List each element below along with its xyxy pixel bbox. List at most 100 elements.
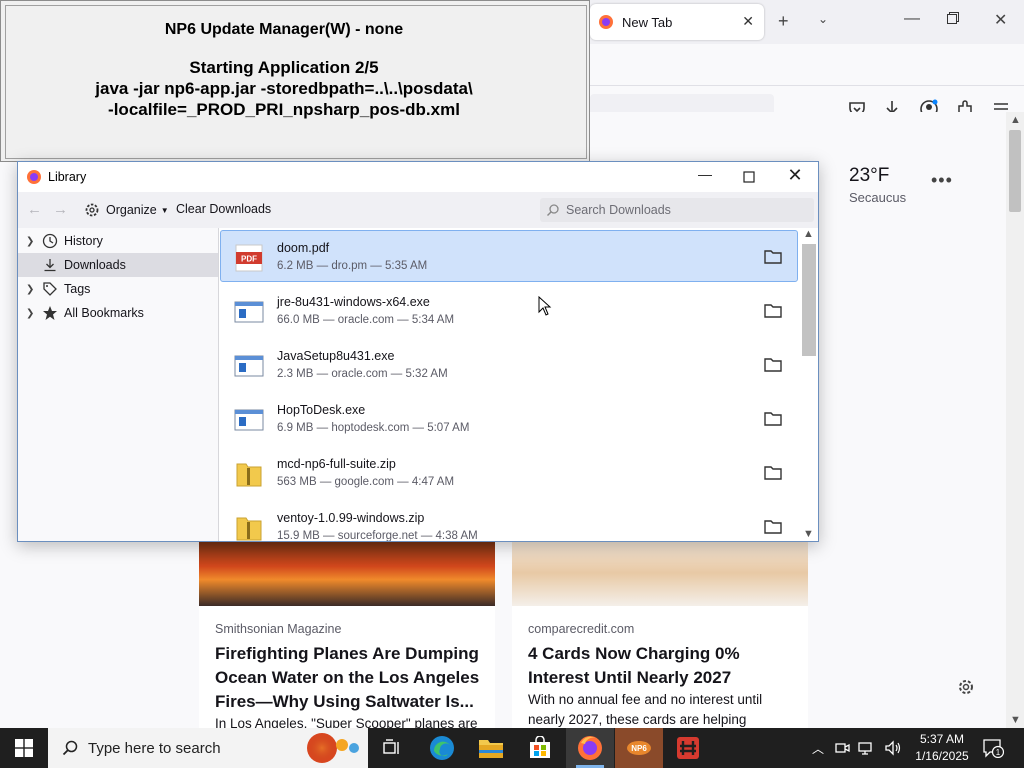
- download-icon: [44, 259, 56, 272]
- chevron-right-icon[interactable]: ❯: [26, 236, 40, 247]
- sidebar-item-label: Tags: [64, 282, 91, 296]
- list-item[interactable]: PDF doom.pdf 6.2 MB — dro.pm — 5:35 AM: [220, 230, 800, 284]
- folder-icon[interactable]: [764, 302, 782, 318]
- star-icon: [43, 306, 57, 320]
- notification-center-icon[interactable]: 1: [982, 738, 1004, 758]
- show-hidden-icons-chevron-icon[interactable]: ︿: [812, 740, 824, 757]
- taskbar-clock[interactable]: 5:37 AM 1/16/2025: [910, 731, 974, 765]
- scroll-up-icon[interactable]: ▲: [803, 228, 814, 240]
- story-card[interactable]: Smithsonian Magazine Firefighting Planes…: [199, 540, 495, 728]
- organize-button[interactable]: Organize ▼: [84, 200, 169, 220]
- chevron-right-icon[interactable]: ❯: [26, 284, 40, 295]
- list-item[interactable]: jre-8u431-windows-x64.exe 66.0 MB — orac…: [220, 284, 800, 338]
- sidebar-item-downloads[interactable]: Downloads: [18, 253, 218, 277]
- story-headline[interactable]: Firefighting Planes Are Dumping Ocean Wa…: [215, 642, 485, 714]
- hoptodesk-icon[interactable]: [664, 728, 712, 768]
- zip-file-icon: [236, 463, 262, 487]
- file-meta: 15.9 MB — sourceforge.net — 4:38 AM: [277, 530, 478, 541]
- close-tab-icon[interactable]: ✕: [742, 13, 754, 30]
- task-view-icon[interactable]: [368, 728, 416, 768]
- new-tab-plus-icon[interactable]: +: [778, 11, 789, 32]
- weather-more-icon[interactable]: •••: [931, 170, 953, 191]
- story-snippet: In Los Angeles, "Super Scooper" planes a…: [215, 716, 478, 728]
- library-titlebar[interactable]: Library — ✕: [18, 162, 818, 192]
- store-icon[interactable]: [516, 728, 564, 768]
- story-headline[interactable]: 4 Cards Now Charging 0% Interest Until N…: [528, 642, 798, 690]
- file-explorer-icon[interactable]: [467, 728, 515, 768]
- search-downloads-input[interactable]: Search Downloads: [540, 198, 814, 222]
- library-sidebar: ❯ History Downloads ❯ Tags ❯ All Bookmar…: [18, 228, 219, 541]
- search-highlight-icon: [307, 733, 359, 763]
- exe-file-icon: [234, 409, 264, 431]
- exe-file-icon: [234, 301, 264, 323]
- list-item[interactable]: mcd-np6-full-suite.zip 563 MB — google.c…: [220, 446, 800, 500]
- folder-icon[interactable]: [764, 410, 782, 426]
- sidebar-item-label: Downloads: [64, 258, 126, 272]
- folder-icon[interactable]: [764, 518, 782, 534]
- tab-title: New Tab: [622, 14, 673, 30]
- file-meta: 6.2 MB — dro.pm — 5:35 AM: [277, 260, 428, 272]
- file-meta: 563 MB — google.com — 4:47 AM: [277, 476, 455, 488]
- firefox-icon: [27, 170, 41, 184]
- np6-status-line: java -jar np6-app.jar -storedbpath=..\..…: [95, 79, 473, 98]
- sidebar-item-all-bookmarks[interactable]: ❯ All Bookmarks: [18, 301, 218, 325]
- folder-icon[interactable]: [764, 464, 782, 480]
- network-icon[interactable]: [858, 740, 876, 756]
- scrollbar-thumb[interactable]: [1009, 130, 1021, 212]
- volume-icon[interactable]: [884, 740, 902, 756]
- sidebar-item-tags[interactable]: ❯ Tags: [18, 277, 218, 301]
- file-name: JavaSetup8u431.exe: [277, 349, 395, 363]
- back-arrow-icon[interactable]: ←: [27, 201, 42, 218]
- tab-new-tab[interactable]: New Tab ✕: [590, 4, 764, 40]
- file-meta: 6.9 MB — hoptodesk.com — 5:07 AM: [277, 422, 470, 434]
- list-item[interactable]: HopToDesk.exe 6.9 MB — hoptodesk.com — 5…: [220, 392, 800, 446]
- close-window-icon[interactable]: ✕: [994, 10, 1007, 30]
- scroll-down-icon[interactable]: ▼: [803, 528, 814, 540]
- weather-temperature[interactable]: 23°F: [849, 165, 889, 187]
- close-icon[interactable]: ✕: [777, 165, 813, 187]
- organize-label: Organize: [106, 203, 157, 217]
- restore-icon[interactable]: [947, 12, 959, 24]
- np6-title: NP6 Update Manager(W) - none: [164, 21, 404, 38]
- firefox-icon: [599, 15, 613, 29]
- library-title: Library: [48, 170, 87, 184]
- gear-icon[interactable]: [956, 677, 976, 697]
- library-window: Library — ✕ ← → Organize ▼ Clear Downloa…: [17, 161, 819, 542]
- file-name: HopToDesk.exe: [277, 403, 366, 417]
- np6-status-line: -localfile=_PROD_PRI_npsharp_pos-db.xml: [108, 100, 460, 119]
- story-card[interactable]: comparecredit.com 4 Cards Now Charging 0…: [512, 540, 808, 728]
- chevron-right-icon[interactable]: ❯: [26, 308, 40, 319]
- folder-icon[interactable]: [764, 248, 782, 264]
- search-icon: [62, 740, 78, 756]
- scroll-down-icon[interactable]: ▼: [1010, 714, 1021, 726]
- scroll-up-icon[interactable]: ▲: [1010, 114, 1021, 126]
- clock-icon: [42, 233, 58, 249]
- weather-location[interactable]: Secaucus: [849, 190, 906, 205]
- minimize-icon[interactable]: —: [687, 166, 723, 188]
- folder-icon[interactable]: [764, 356, 782, 372]
- minimize-icon[interactable]: —: [904, 10, 920, 28]
- np6-app-icon[interactable]: NP6: [615, 728, 663, 768]
- page-scrollbar[interactable]: ▲ ▼: [1006, 112, 1024, 728]
- gear-icon: [85, 203, 99, 217]
- list-tabs-chevron-icon[interactable]: ⌄: [818, 12, 828, 26]
- file-name: ventoy-1.0.99-windows.zip: [277, 511, 425, 525]
- list-item[interactable]: ventoy-1.0.99-windows.zip 15.9 MB — sour…: [220, 500, 800, 541]
- story-image: [199, 540, 495, 606]
- forward-arrow-icon[interactable]: →: [53, 201, 68, 218]
- edge-icon[interactable]: [418, 728, 466, 768]
- downloads-list: PDF doom.pdf 6.2 MB — dro.pm — 5:35 AM j…: [220, 228, 800, 541]
- start-button[interactable]: [0, 728, 48, 768]
- scrollbar-thumb[interactable]: [802, 244, 816, 356]
- firefox-taskbar-icon[interactable]: [566, 728, 614, 768]
- chevron-down-icon: ▼: [160, 205, 169, 215]
- sidebar-item-history[interactable]: ❯ History: [18, 229, 218, 253]
- clear-downloads-button[interactable]: Clear Downloads: [176, 202, 271, 216]
- tag-icon: [43, 282, 57, 296]
- meet-now-icon[interactable]: [834, 740, 850, 756]
- downloads-scrollbar[interactable]: ▲ ▼: [800, 228, 818, 541]
- taskbar: Type here to search NP6 ︿ 5:37 AM 1/16/2…: [0, 728, 1024, 768]
- maximize-icon[interactable]: [731, 166, 767, 188]
- sidebar-item-label: All Bookmarks: [64, 306, 144, 320]
- list-item[interactable]: JavaSetup8u431.exe 2.3 MB — oracle.com —…: [220, 338, 800, 392]
